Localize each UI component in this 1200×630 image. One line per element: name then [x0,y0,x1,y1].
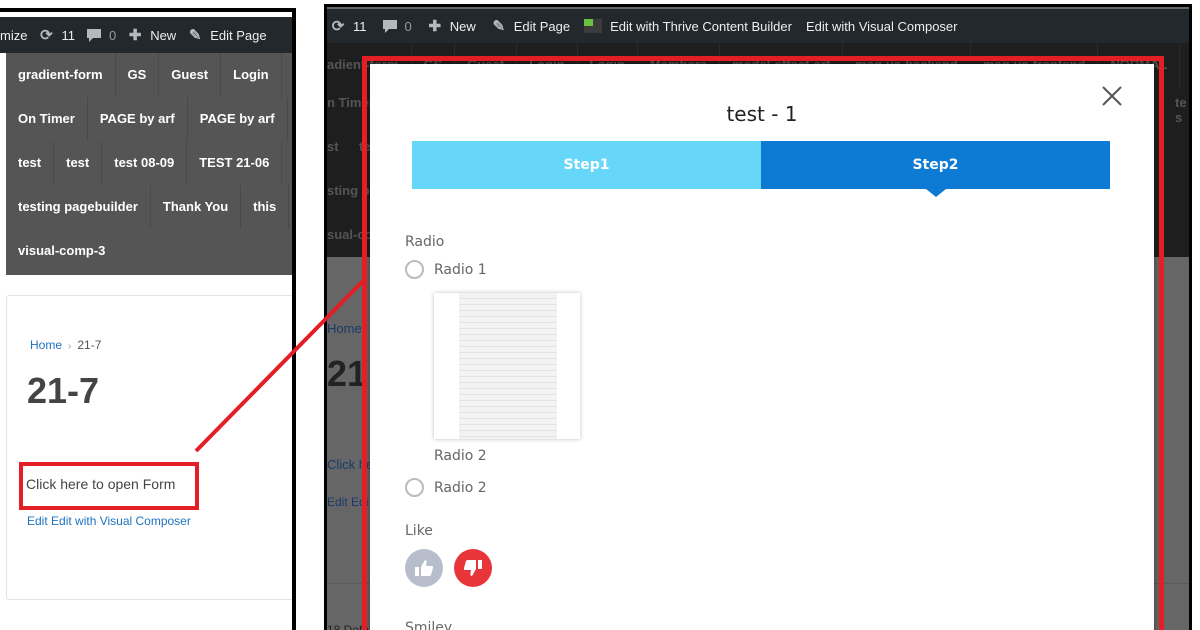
page-content-card: Home › 21-7 21-7 Click here to open Form E… [6,295,292,600]
edit-page-label: Edit Page [513,18,571,34]
menu-item[interactable]: test 08-09 [102,141,188,185]
menu-item[interactable]: te [282,141,292,185]
thrive-label: Edit with Thrive Content Builder [610,18,792,34]
comments-count: 0 [404,18,412,34]
menu-item[interactable]: PAGE by arf [188,97,288,141]
admin-bar-edit-page[interactable]: ✎ Edit Page [186,26,267,44]
updates-icon: ⟳ [331,18,345,35]
admin-bar: ⟳ 11 0 ✚ New ✎ Edit Page Edit with Thriv… [327,9,1189,43]
site-nav-menu: gradient-form GS Guest Login L On Timer … [6,53,292,275]
page-view-panel: mize ⟳ 11 0 ✚ New ✎ Edit Page gradient-f… [0,8,296,630]
thrive-icon [584,19,603,33]
pencil-icon: ✎ [492,18,506,35]
menu-item[interactable]: P [288,97,292,141]
menu-item[interactable] [289,185,292,229]
updates-icon: ⟳ [40,27,53,44]
visual-composer-label: Edit with Visual Composer [805,18,958,34]
customize-label: mize [0,27,28,43]
menu-item[interactable]: Guest [159,53,222,97]
admin-bar-updates[interactable]: ⟳ 11 [329,17,367,35]
plus-icon: ✚ [428,18,442,35]
menu-item[interactable]: test [54,141,103,185]
breadcrumb-current: 21-7 [77,338,102,352]
menu-item-fragment: te s [1175,95,1187,125]
page-title: 21-7 [27,370,100,411]
breadcrumb-fragment: Home [327,321,362,336]
menu-row: test test test 08-09 TEST 21-06 te [6,141,292,185]
admin-bar-comments[interactable]: 0 [381,17,412,35]
edit-page-label: Edit Page [210,27,267,43]
breadcrumb: Home › 21-7 [30,338,101,352]
menu-item[interactable]: PAGE by arf [88,97,188,141]
breadcrumb-home-link[interactable]: Home [30,338,62,352]
menu-row: testing pagebuilder Thank You this [6,185,292,229]
edit-visual-composer-link[interactable]: Edit Edit with Visual Composer [27,514,191,528]
admin-bar-customize[interactable]: mize [0,28,27,43]
admin-bar-updates[interactable]: ⟳ 11 [37,26,75,44]
new-label: New [449,18,476,34]
admin-bar-edit-page[interactable]: ✎ Edit Page [490,17,570,35]
highlight-box [19,462,199,510]
menu-row: gradient-form GS Guest Login L [6,53,292,97]
admin-bar-thrive[interactable]: Edit with Thrive Content Builder [584,19,792,34]
menu-item[interactable]: TEST 21-06 [187,141,283,185]
menu-item[interactable]: GS [116,53,160,97]
menu-item[interactable]: test [6,141,55,185]
menu-row: On Timer PAGE by arf PAGE by arf P [6,97,292,141]
pencil-icon: ✎ [188,27,202,44]
menu-item[interactable]: On Timer [6,97,88,141]
comment-icon [381,17,399,35]
admin-bar-visual-composer[interactable]: Edit with Visual Composer [806,19,958,34]
menu-item-fragment: st [327,139,339,154]
updates-count: 11 [353,18,367,34]
screenshot-stage: mize ⟳ 11 0 ✚ New ✎ Edit Page gradient-f… [0,0,1200,630]
menu-item[interactable]: gradient-form [6,53,116,97]
menu-item[interactable]: Thank You [151,185,242,229]
menu-item[interactable]: L [282,53,292,97]
highlight-box [362,56,1164,630]
menu-item[interactable]: this [241,185,290,229]
breadcrumb-separator: › [68,341,72,352]
plus-icon: ✚ [128,27,142,44]
admin-bar-new[interactable]: ✚ New [126,26,176,44]
menu-row: visual-comp-3 [6,229,292,273]
admin-bar: mize ⟳ 11 0 ✚ New ✎ Edit Page [0,17,292,53]
menu-item[interactable]: testing pagebuilder [6,185,151,229]
menu-item[interactable]: Login [221,53,282,97]
admin-bar-new[interactable]: ✚ New [426,17,476,35]
new-label: New [150,27,177,43]
updates-count: 11 [61,27,75,43]
comments-count: 0 [108,27,117,43]
admin-bar-comments[interactable]: 0 [85,26,116,44]
comment-icon [85,26,103,44]
menu-item[interactable]: visual-comp-3 [6,229,117,273]
